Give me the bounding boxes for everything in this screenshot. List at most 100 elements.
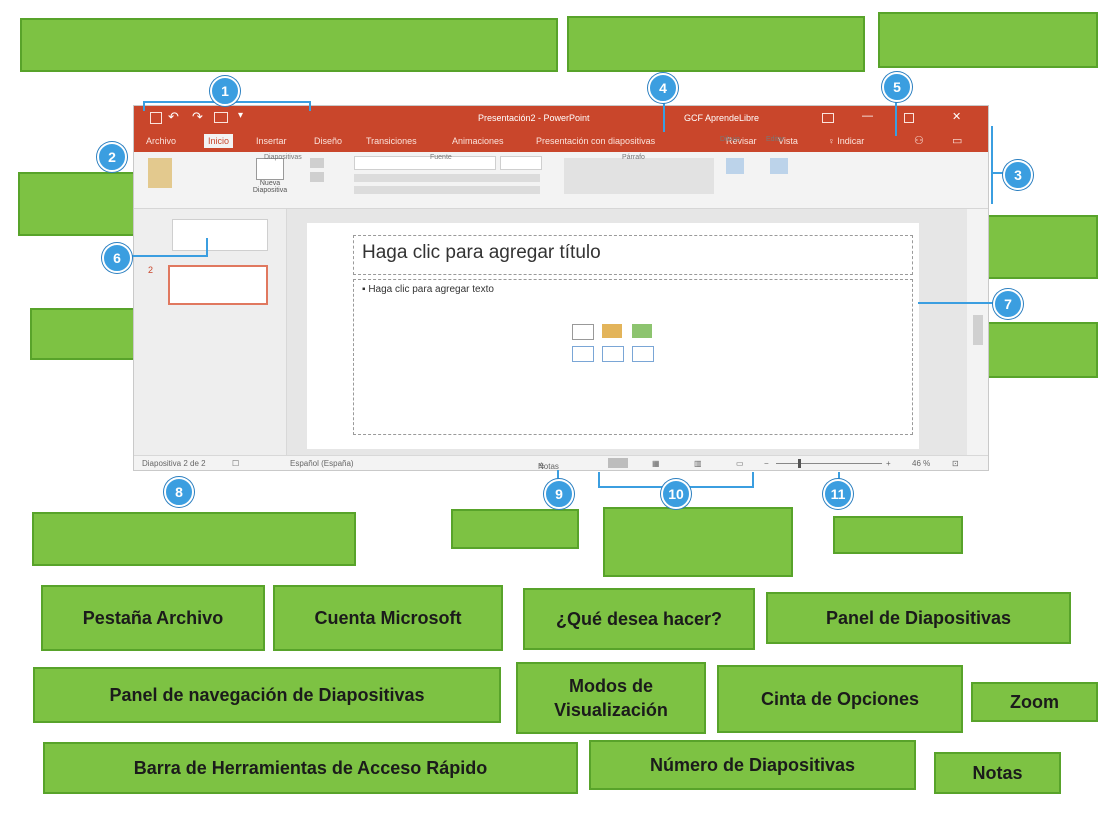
- label-panel-navegacion[interactable]: Panel de navegación de Diapositivas: [33, 667, 501, 723]
- table-icon[interactable]: [572, 324, 594, 340]
- status-bar: Diapositiva 2 de 2 ☐ Español (España) ≙ …: [134, 455, 988, 470]
- callout-8-badge: 8: [164, 477, 194, 507]
- editing-icon[interactable]: [770, 158, 788, 174]
- label-pestana-archivo[interactable]: Pestaña Archivo: [41, 585, 265, 651]
- drop-zone-view-modes[interactable]: [603, 507, 793, 577]
- tell-me-box[interactable]: ♀ Indicar: [828, 136, 864, 146]
- online-picture-icon[interactable]: [602, 346, 624, 362]
- slide-sorter-icon[interactable]: ▦: [652, 459, 660, 468]
- fit-slide-icon[interactable]: ⊡: [952, 459, 959, 468]
- chart-icon[interactable]: [602, 324, 622, 338]
- drawing-icon[interactable]: [726, 158, 744, 174]
- smartart-icon[interactable]: [632, 324, 652, 338]
- ribbon: Nueva Diapositiva: [134, 152, 988, 209]
- callout-2-badge: 2: [97, 142, 127, 172]
- tab-transiciones[interactable]: Transiciones: [366, 136, 417, 146]
- font-format-icons[interactable]: [354, 174, 540, 182]
- callout-6-line: [206, 238, 208, 256]
- drop-zone-quick-access[interactable]: [20, 18, 558, 72]
- zoom-out-icon[interactable]: −: [764, 459, 769, 468]
- language-indicator[interactable]: Español (España): [290, 459, 354, 468]
- content-placeholder[interactable]: ▪ Haga clic para agregar texto: [353, 279, 913, 435]
- spell-check-icon[interactable]: ☐: [232, 459, 239, 468]
- drop-zone-account[interactable]: [567, 16, 865, 72]
- reset-icon[interactable]: [310, 172, 324, 182]
- user-icon[interactable]: ⚇: [914, 134, 924, 147]
- callout-9-badge: 9: [544, 479, 574, 509]
- group-fuente: Fuente: [430, 154, 452, 161]
- callout-10-right: [752, 472, 754, 488]
- drop-zone-slide-number[interactable]: [32, 512, 356, 566]
- slide-thumbnail-1[interactable]: [172, 219, 268, 251]
- label-cuenta-microsoft[interactable]: Cuenta Microsoft: [273, 585, 503, 651]
- font-size-box[interactable]: [500, 156, 542, 170]
- title-bar: ↶ ↷ ▾ Presentación2 - PowerPoint GCF Apr…: [134, 106, 988, 132]
- tab-presentacion[interactable]: Presentación con diapositivas: [536, 136, 655, 146]
- drop-zone-tell-me[interactable]: [878, 12, 1098, 68]
- callout-11-badge: 11: [823, 479, 853, 509]
- callout-10-left: [598, 472, 600, 488]
- callout-7-badge: 7: [993, 289, 1023, 319]
- group-dibujo: Dibujo: [720, 136, 740, 143]
- minimize-icon[interactable]: —: [862, 110, 873, 122]
- maximize-icon[interactable]: [904, 113, 914, 123]
- ribbon-tabs: Archivo Inicio Insertar Diseño Transicio…: [134, 132, 988, 152]
- video-icon[interactable]: [632, 346, 654, 362]
- close-icon[interactable]: ✕: [952, 110, 961, 123]
- label-modos-visualizacion[interactable]: Modos de Visualización: [516, 662, 706, 734]
- picture-icon[interactable]: [572, 346, 594, 362]
- ribbon-display-icon[interactable]: [822, 113, 834, 123]
- new-slide-label[interactable]: Nueva Diapositiva: [246, 180, 294, 194]
- undo-icon[interactable]: ↶: [168, 109, 179, 125]
- slide-canvas[interactable]: Haga clic para agregar título ▪ Haga cli…: [307, 223, 919, 449]
- new-slide-icon[interactable]: [256, 158, 284, 180]
- slideshow-icon[interactable]: ▭: [736, 459, 744, 468]
- callout-3-line: [991, 126, 993, 204]
- label-barra-herramientas[interactable]: Barra de Herramientas de Acceso Rápido: [43, 742, 578, 794]
- vertical-scrollbar[interactable]: [967, 209, 988, 455]
- zoom-thumb[interactable]: [798, 459, 801, 468]
- drop-zone-zoom[interactable]: [833, 516, 963, 554]
- lightbulb-icon: ♀: [828, 136, 838, 146]
- label-cinta-opciones[interactable]: Cinta de Opciones: [717, 665, 963, 733]
- label-que-desea-hacer[interactable]: ¿Qué desea hacer?: [523, 588, 755, 650]
- group-diapositivas: Diapositivas: [264, 154, 302, 161]
- save-icon[interactable]: [150, 112, 162, 124]
- callout-5-line: [895, 96, 897, 136]
- scroll-thumb[interactable]: [973, 315, 983, 345]
- reading-view-icon[interactable]: ▥: [694, 459, 702, 468]
- paste-icon[interactable]: [148, 158, 172, 188]
- layout-icon[interactable]: [310, 158, 324, 168]
- present-icon[interactable]: [214, 112, 228, 123]
- title-placeholder[interactable]: Haga clic para agregar título: [353, 235, 913, 275]
- callout-3-stub: [991, 172, 1003, 174]
- font-name-box[interactable]: [354, 156, 496, 170]
- slide-editor: Haga clic para agregar título ▪ Haga cli…: [287, 209, 967, 455]
- redo-icon[interactable]: ↷: [192, 109, 203, 125]
- slide-thumbnail-2[interactable]: [168, 265, 268, 305]
- paragraph-icons[interactable]: [564, 158, 714, 194]
- callout-4-line: [663, 98, 665, 132]
- tab-insertar[interactable]: Insertar: [256, 136, 287, 146]
- tab-archivo[interactable]: Archivo: [146, 136, 176, 146]
- callout-6-stub: [128, 255, 208, 257]
- tab-diseno[interactable]: Diseño: [314, 136, 342, 146]
- callout-10-badge: 10: [661, 479, 691, 509]
- callout-5-badge: 5: [882, 72, 912, 102]
- drop-zone-notes[interactable]: [451, 509, 579, 549]
- tab-animaciones[interactable]: Animaciones: [452, 136, 504, 146]
- zoom-in-icon[interactable]: +: [886, 459, 891, 468]
- customize-qat-icon[interactable]: ▾: [238, 110, 243, 121]
- label-zoom[interactable]: Zoom: [971, 682, 1098, 722]
- zoom-slider[interactable]: [776, 463, 882, 464]
- account-name[interactable]: GCF AprendeLibre: [684, 113, 759, 123]
- normal-view-icon[interactable]: [608, 458, 628, 468]
- label-panel-diapositivas[interactable]: Panel de Diapositivas: [766, 592, 1071, 644]
- label-notas[interactable]: Notas: [934, 752, 1061, 794]
- font-color-icons[interactable]: [354, 186, 540, 194]
- tab-inicio[interactable]: Inicio: [204, 134, 234, 148]
- callout-7-line: [918, 302, 996, 304]
- zoom-level[interactable]: 46 %: [912, 459, 930, 468]
- comments-icon[interactable]: ▭: [952, 134, 962, 147]
- label-numero-diapositivas[interactable]: Número de Diapositivas: [589, 740, 916, 790]
